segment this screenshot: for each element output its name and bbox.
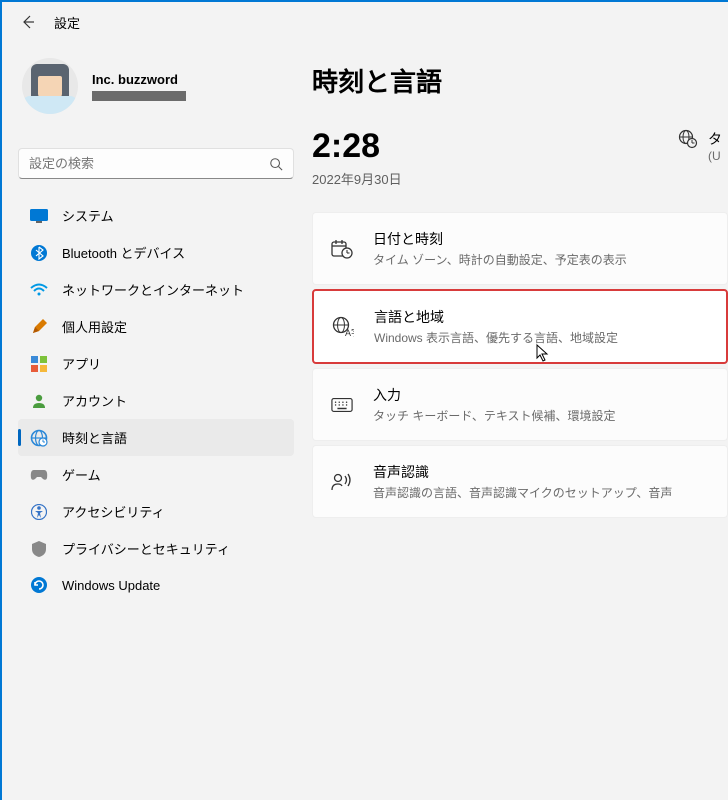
sidebar-item-personalization[interactable]: 個人用設定 — [18, 308, 294, 345]
page-title: 時刻と言語 — [312, 62, 728, 99]
sidebar-item-label: プライバシーとセキュリティ — [62, 539, 230, 558]
gaming-icon — [30, 466, 48, 484]
profile-name: Inc. buzzword — [92, 72, 186, 87]
sidebar-item-label: Bluetooth とデバイス — [62, 243, 185, 262]
sidebar-item-accounts[interactable]: アカウント — [18, 382, 294, 419]
card-desc: タイム ゾーン、時計の自動設定、予定表の表示 — [373, 251, 627, 268]
globe-clock-icon — [678, 129, 698, 149]
sidebar-item-system[interactable]: システム — [18, 197, 294, 234]
system-icon — [30, 207, 48, 225]
sidebar-item-accessibility[interactable]: アクセシビリティ — [18, 493, 294, 530]
sidebar-item-network[interactable]: ネットワークとインターネット — [18, 271, 294, 308]
sidebar-item-bluetooth[interactable]: Bluetooth とデバイス — [18, 234, 294, 271]
network-icon — [30, 281, 48, 299]
sidebar-item-label: アクセシビリティ — [62, 502, 165, 521]
timezone-label: タ — [708, 129, 722, 149]
speech-icon — [331, 471, 353, 493]
header-title: 設定 — [54, 13, 80, 32]
windows-update-icon — [30, 576, 48, 594]
sidebar-item-label: ネットワークとインターネット — [62, 280, 244, 299]
mouse-cursor-icon — [536, 344, 550, 362]
svg-text:A字: A字 — [345, 327, 354, 338]
card-desc: Windows 表示言語、優先する言語、地域設定 — [374, 329, 618, 346]
search-icon — [269, 157, 283, 171]
card-date-time[interactable]: 日付と時刻 タイム ゾーン、時計の自動設定、予定表の表示 — [312, 212, 728, 285]
search-box[interactable] — [18, 148, 294, 179]
card-desc: 音声認識の言語、音声認識マイクのセットアップ、音声 — [373, 484, 672, 501]
bluetooth-icon — [30, 244, 48, 262]
sidebar-item-label: アプリ — [62, 354, 101, 373]
sidebar-item-label: Windows Update — [62, 578, 160, 593]
search-input[interactable] — [29, 156, 269, 171]
clock-time: 2:28 — [312, 129, 402, 163]
avatar — [22, 58, 78, 114]
sidebar-item-label: 個人用設定 — [62, 317, 127, 336]
sidebar-item-gaming[interactable]: ゲーム — [18, 456, 294, 493]
timezone-section[interactable]: タ (U — [678, 129, 728, 163]
sidebar-item-time-language[interactable]: 時刻と言語 — [18, 419, 294, 456]
clock-date: 2022年9月30日 — [312, 169, 402, 188]
calendar-clock-icon — [331, 238, 353, 260]
card-title: 入力 — [373, 385, 616, 405]
time-language-icon — [30, 429, 48, 447]
sidebar-item-privacy[interactable]: プライバシーとセキュリティ — [18, 530, 294, 567]
accounts-icon — [30, 392, 48, 410]
back-button[interactable] — [18, 12, 38, 32]
profile-email-redacted — [92, 91, 186, 101]
sidebar-item-apps[interactable]: アプリ — [18, 345, 294, 382]
card-title: 日付と時刻 — [373, 229, 627, 249]
privacy-icon — [30, 540, 48, 558]
sidebar-item-label: システム — [62, 206, 114, 225]
main-content: 時刻と言語 2:28 2022年9月30日 タ (U 日付と時刻 タイム ゾーン… — [302, 42, 728, 800]
card-title: 音声認識 — [373, 462, 672, 482]
timezone-sub: (U — [708, 149, 722, 163]
accessibility-icon — [30, 503, 48, 521]
card-title: 言語と地域 — [374, 307, 618, 327]
sidebar-item-label: ゲーム — [62, 465, 101, 484]
sidebar-item-label: アカウント — [62, 391, 127, 410]
apps-icon — [30, 355, 48, 373]
sidebar-item-label: 時刻と言語 — [62, 428, 127, 447]
card-typing[interactable]: 入力 タッチ キーボード、テキスト候補、環境設定 — [312, 368, 728, 441]
sidebar: Inc. buzzword システム Bluetooth とデバイス ネットワー… — [2, 42, 302, 800]
personalization-icon — [30, 318, 48, 336]
language-region-icon: A字 — [332, 316, 354, 338]
sidebar-item-windows-update[interactable]: Windows Update — [18, 567, 294, 603]
card-language-region[interactable]: A字 言語と地域 Windows 表示言語、優先する言語、地域設定 — [312, 289, 728, 364]
card-speech[interactable]: 音声認識 音声認識の言語、音声認識マイクのセットアップ、音声 — [312, 445, 728, 518]
card-desc: タッチ キーボード、テキスト候補、環境設定 — [373, 407, 616, 424]
arrow-left-icon — [20, 14, 36, 30]
keyboard-icon — [331, 394, 353, 416]
profile-section[interactable]: Inc. buzzword — [18, 54, 294, 128]
